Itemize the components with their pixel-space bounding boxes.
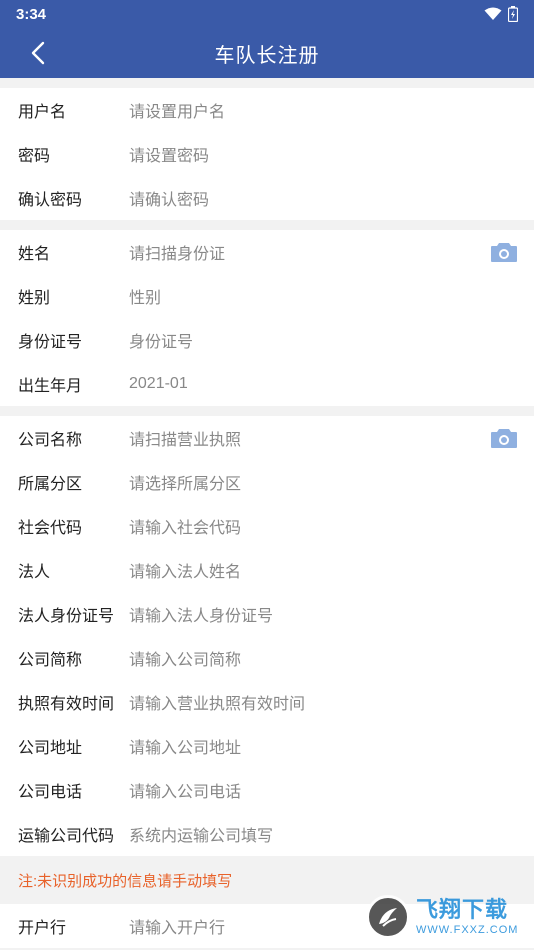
company-section: 公司名称 请扫描营业执照 所属分区 请选择所属分区 社会代码 请输入社会代码 法… [0, 416, 534, 856]
page-title: 车队长注册 [214, 44, 320, 67]
watermark-sub-text: WWW.FXXZ.COM [416, 924, 519, 936]
field-label: 身份证号 [18, 334, 83, 351]
username-row[interactable]: 用户名 请设置用户名 [0, 88, 534, 132]
camera-icon[interactable] [490, 241, 518, 263]
account-section: 用户名 请设置用户名 密码 请设置密码 确认密码 请确认密码 [0, 88, 534, 220]
company-phone-row[interactable]: 公司电话 请输入公司电话 [0, 768, 534, 812]
identity-section: 姓名 请扫描身份证 姓别 性别 身份证号 身份证号 出生年月 2021-01 [0, 230, 534, 406]
camera-icon[interactable] [490, 427, 518, 449]
company-name-input[interactable]: 请扫描营业执照 [129, 426, 241, 450]
watermark-logo: 飞翔下载 WWW.FXXZ.COM [366, 892, 526, 942]
watermark-text: 飞翔下载 WWW.FXXZ.COM [416, 897, 518, 937]
watermark-main-text: 飞翔下载 [416, 897, 509, 922]
field-label: 用户名 [18, 104, 67, 121]
field-label: 确认密码 [18, 192, 83, 209]
legal-person-input[interactable]: 请输入法人姓名 [129, 558, 241, 582]
id-number-row[interactable]: 身份证号 身份证号 [0, 318, 534, 362]
name-row[interactable]: 姓名 请扫描身份证 [0, 230, 534, 274]
field-label: 法人身份证号 [18, 608, 115, 625]
field-label: 公司地址 [18, 740, 83, 757]
district-row[interactable]: 所属分区 请选择所属分区 [0, 460, 534, 504]
transport-company-code-input[interactable]: 系统内运输公司填写 [129, 822, 273, 846]
social-code-input[interactable]: 请输入社会代码 [129, 514, 241, 538]
name-input[interactable]: 请扫描身份证 [129, 240, 225, 264]
password-input[interactable]: 请设置密码 [129, 142, 209, 166]
field-label: 姓别 [18, 290, 51, 307]
field-label: 出生年月 [18, 378, 83, 395]
company-short-name-row[interactable]: 公司简称 请输入公司简称 [0, 636, 534, 680]
transport-company-code-row[interactable]: 运输公司代码 系统内运输公司填写 [0, 812, 534, 856]
status-time: 3:34 [16, 5, 47, 23]
social-code-row[interactable]: 社会代码 请输入社会代码 [0, 504, 534, 548]
legal-person-row[interactable]: 法人 请输入法人姓名 [0, 548, 534, 592]
birth-date-input[interactable]: 2021-01 [129, 375, 188, 393]
field-label: 运输公司代码 [18, 828, 115, 845]
wifi-icon [484, 7, 502, 20]
field-label: 社会代码 [18, 520, 83, 537]
password-row[interactable]: 密码 请设置密码 [0, 132, 534, 176]
district-select[interactable]: 请选择所属分区 [129, 470, 241, 494]
gender-input[interactable]: 性别 [129, 284, 161, 308]
section-gap [0, 220, 534, 230]
field-label: 执照有效时间 [18, 696, 115, 713]
confirm-password-input[interactable]: 请确认密码 [129, 186, 209, 210]
license-validity-input[interactable]: 请输入营业执照有效时间 [129, 690, 305, 714]
field-label: 姓名 [18, 246, 51, 263]
app-bar: 车队长注册 [0, 28, 534, 78]
company-short-name-input[interactable]: 请输入公司简称 [129, 646, 241, 670]
company-phone-input[interactable]: 请输入公司电话 [129, 778, 241, 802]
back-button[interactable] [22, 37, 54, 69]
company-address-row[interactable]: 公司地址 请输入公司地址 [0, 724, 534, 768]
birth-date-row[interactable]: 出生年月 2021-01 [0, 362, 534, 406]
license-validity-row[interactable]: 执照有效时间 请输入营业执照有效时间 [0, 680, 534, 724]
field-label: 密码 [18, 148, 51, 165]
field-label: 开户行 [18, 920, 67, 937]
username-input[interactable]: 请设置用户名 [129, 98, 225, 122]
company-address-input[interactable]: 请输入公司地址 [129, 734, 241, 758]
section-gap [0, 406, 534, 416]
field-label: 公司名称 [18, 432, 83, 449]
legal-person-id-row[interactable]: 法人身份证号 请输入法人身份证号 [0, 592, 534, 636]
section-gap [0, 78, 534, 88]
field-label: 公司简称 [18, 652, 83, 669]
status-bar: 3:34 [0, 0, 534, 28]
notice-text: 注:未识别成功的信息请手动填写 [18, 872, 233, 890]
watermark-emblem [366, 895, 410, 939]
battery-icon [508, 6, 518, 22]
gender-row[interactable]: 姓别 性别 [0, 274, 534, 318]
chevron-left-icon [31, 41, 45, 65]
wing-icon [379, 908, 397, 927]
field-label: 所属分区 [18, 476, 83, 493]
field-label: 法人 [18, 564, 51, 581]
id-number-input[interactable]: 身份证号 [129, 328, 193, 352]
confirm-password-row[interactable]: 确认密码 请确认密码 [0, 176, 534, 220]
company-name-row[interactable]: 公司名称 请扫描营业执照 [0, 416, 534, 460]
legal-person-id-input[interactable]: 请输入法人身份证号 [129, 602, 273, 626]
field-label: 公司电话 [18, 784, 83, 801]
status-icons [484, 6, 518, 22]
bank-input[interactable]: 请输入开户行 [129, 914, 225, 938]
